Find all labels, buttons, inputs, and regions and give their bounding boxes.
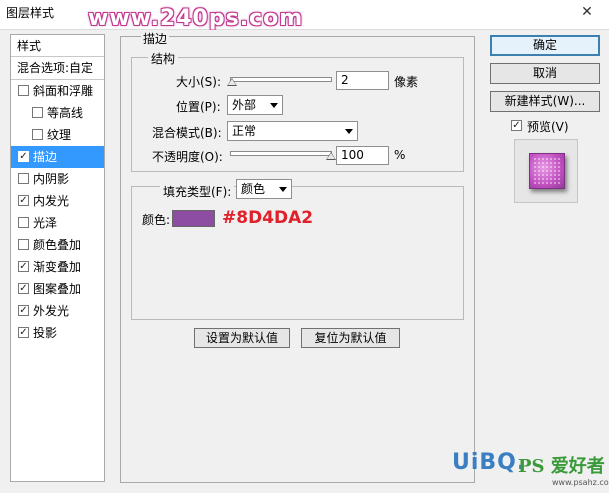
- blend-mode-value: 正常: [232, 124, 257, 138]
- opacity-unit: %: [394, 148, 406, 162]
- site-logo-ps: PS 爱好者: [518, 456, 605, 477]
- new-style-button[interactable]: 新建样式(W)...: [490, 91, 600, 112]
- chevron-down-icon: [345, 129, 353, 134]
- style-item-4[interactable]: 内阴影: [11, 168, 104, 190]
- style-item-label: 图案叠加: [33, 282, 82, 296]
- blend-mode-select[interactable]: 正常: [227, 121, 358, 141]
- color-label: 颜色:: [142, 213, 171, 227]
- structure-title: 结构: [148, 50, 179, 67]
- style-item-checkbox[interactable]: ✓: [18, 261, 29, 272]
- style-preview: [514, 139, 578, 203]
- style-item-5[interactable]: ✓ 内发光: [11, 190, 104, 212]
- opacity-input[interactable]: 100: [336, 146, 389, 165]
- style-item-9[interactable]: ✓ 图案叠加: [11, 278, 104, 300]
- style-item-label: 描边: [33, 150, 58, 164]
- style-item-1[interactable]: 等高线: [11, 102, 104, 124]
- style-item-label: 内发光: [33, 194, 70, 208]
- window-title: 图层样式: [6, 6, 55, 20]
- position-value: 外部: [232, 98, 257, 112]
- fill-type-label: 填充类型(F):: [160, 183, 235, 200]
- style-item-checkbox[interactable]: ✓: [18, 327, 29, 338]
- close-icon[interactable]: ✕: [575, 2, 599, 22]
- size-slider-thumb[interactable]: [227, 78, 238, 86]
- blend-mode-label: 混合模式(B):: [152, 126, 222, 140]
- size-slider-track[interactable]: [230, 77, 332, 82]
- color-swatch[interactable]: [172, 210, 215, 227]
- site-logo: UiBQ.: [452, 450, 527, 475]
- fill-type-value: 颜色: [241, 182, 266, 196]
- style-item-label: 颜色叠加: [33, 238, 82, 252]
- style-item-7[interactable]: 颜色叠加: [11, 234, 104, 256]
- preview-checkbox[interactable]: ✓: [511, 120, 522, 131]
- style-item-label: 光泽: [33, 216, 58, 230]
- title-bar: 图层样式 www.240ps.com ✕: [0, 0, 609, 31]
- set-default-button[interactable]: 设置为默认值: [194, 328, 290, 348]
- color-hex-annotation: #8D4DA2: [222, 208, 314, 228]
- cancel-button[interactable]: 取消: [490, 63, 600, 84]
- style-item-checkbox[interactable]: ✓: [18, 305, 29, 316]
- preview-swatch: [529, 153, 565, 189]
- style-list: 样式 混合选项:自定 斜面和浮雕等高线纹理 ✓ 描边内阴影 ✓ 内发光光泽颜色叠加 ✓ 渐变…: [10, 34, 105, 482]
- style-item-checkbox[interactable]: [32, 129, 43, 140]
- style-item-checkbox[interactable]: ✓: [18, 151, 29, 162]
- style-item-checkbox[interactable]: [18, 239, 29, 250]
- opacity-label: 不透明度(O):: [152, 150, 223, 164]
- size-label: 大小(S):: [176, 75, 222, 89]
- style-item-label: 等高线: [47, 106, 84, 120]
- style-item-checkbox[interactable]: ✓: [18, 195, 29, 206]
- style-item-label: 斜面和浮雕: [33, 84, 94, 98]
- size-unit: 像素: [394, 75, 419, 89]
- fill-type-select[interactable]: 颜色: [236, 179, 292, 199]
- style-item-checkbox[interactable]: [18, 217, 29, 228]
- style-item-checkbox[interactable]: [18, 173, 29, 184]
- fill-group: [131, 186, 464, 320]
- style-item-6[interactable]: 光泽: [11, 212, 104, 234]
- chevron-down-icon: [270, 103, 278, 108]
- style-item-label: 渐变叠加: [33, 260, 82, 274]
- style-item-0[interactable]: 斜面和浮雕: [11, 80, 104, 102]
- style-item-label: 外发光: [33, 304, 70, 318]
- style-item-label: 纹理: [47, 128, 72, 142]
- style-item-2[interactable]: 纹理: [11, 124, 104, 146]
- blend-options-item[interactable]: 混合选项:自定: [11, 57, 104, 80]
- position-select[interactable]: 外部: [227, 95, 283, 115]
- size-input[interactable]: 2: [336, 71, 389, 90]
- style-item-3[interactable]: ✓ 描边: [11, 146, 104, 168]
- style-item-label: 投影: [33, 326, 58, 340]
- stroke-panel-title: 描边: [141, 30, 170, 47]
- chevron-down-icon: [279, 187, 287, 192]
- style-item-10[interactable]: ✓ 外发光: [11, 300, 104, 322]
- opacity-slider-thumb[interactable]: [326, 152, 336, 160]
- style-item-8[interactable]: ✓ 渐变叠加: [11, 256, 104, 278]
- style-item-checkbox[interactable]: [32, 107, 43, 118]
- opacity-slider-track[interactable]: [230, 151, 332, 156]
- preview-label[interactable]: 预览(V): [527, 118, 569, 135]
- site-logo-sub: www.psahz.com: [552, 478, 609, 487]
- reset-default-button[interactable]: 复位为默认值: [301, 328, 400, 348]
- style-item-checkbox[interactable]: ✓: [18, 283, 29, 294]
- style-item-label: 内阴影: [33, 172, 70, 186]
- style-list-header[interactable]: 样式: [11, 35, 104, 57]
- position-label: 位置(P):: [176, 100, 221, 114]
- ok-button[interactable]: 确定: [490, 35, 600, 56]
- style-item-11[interactable]: ✓ 投影: [11, 322, 104, 344]
- watermark-text: www.240ps.com: [88, 6, 304, 31]
- style-item-checkbox[interactable]: [18, 85, 29, 96]
